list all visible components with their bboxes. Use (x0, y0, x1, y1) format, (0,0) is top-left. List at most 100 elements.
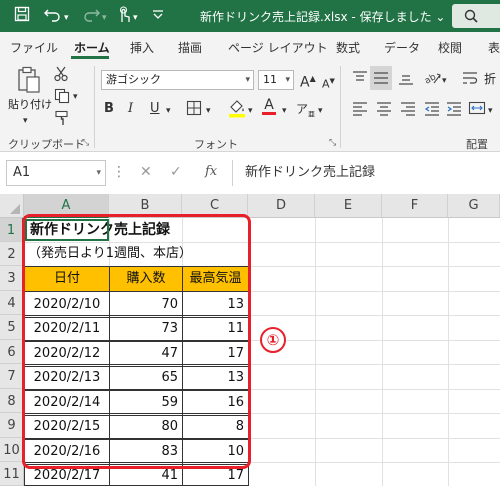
worksheet-grid: A B C D E F G 1 2 3 4 5 6 7 8 9 10 11 新作… (0, 194, 500, 486)
font-name-combo[interactable]: 游ゴシック ▾ (101, 70, 254, 90)
font-group-label: フォント (194, 138, 238, 151)
customize-toolbar-icon[interactable] (152, 6, 164, 28)
gridline (448, 218, 449, 486)
column-header-e[interactable]: E (315, 194, 382, 218)
wrap-text-button[interactable]: 折 (484, 70, 496, 87)
tab-file[interactable]: ファイル (10, 39, 58, 56)
paste-button[interactable]: 貼り付け (8, 96, 52, 112)
undo-icon[interactable] (44, 6, 62, 27)
fill-color-icon[interactable] (228, 98, 246, 124)
cut-icon[interactable] (54, 66, 68, 88)
underline-dropdown-icon[interactable]: ▾ (166, 102, 171, 120)
window-title: 新作ドリンク売上記録.xlsx - 保存しました ⌄ (200, 10, 446, 24)
row-header-7[interactable]: 7 (0, 364, 24, 389)
phonetic-icon[interactable]: ア亜 (296, 100, 315, 123)
gridline (315, 218, 316, 486)
row-header-11[interactable]: 11 (0, 462, 24, 486)
clipboard-launcher-icon[interactable]: ⤡ (82, 138, 89, 148)
formula-bar: A1 ▾ ⋮ ✕ ✓ fx 新作ドリンク売上記録 (0, 152, 500, 194)
merge-center-icon[interactable] (468, 100, 486, 122)
wrap-text-icon[interactable] (462, 70, 478, 92)
svg-text:ab: ab (424, 72, 438, 86)
active-tab-indicator (71, 56, 109, 59)
ribbon-tabs: ファイル ホーム 挿入 描画 ページ レイアウト 数式 データ 校閲 表 (0, 32, 500, 60)
format-painter-icon[interactable] (54, 110, 70, 132)
column-header-f[interactable]: F (382, 194, 448, 218)
italic-button[interactable]: I (128, 100, 133, 118)
chevron-down-icon: ▾ (285, 75, 290, 85)
search-box[interactable] (452, 4, 500, 28)
borders-dropdown-icon[interactable]: ▾ (206, 102, 211, 120)
borders-icon[interactable] (186, 100, 202, 122)
confirm-edit-button[interactable]: ✓ (170, 164, 182, 180)
row-header-4[interactable]: 4 (0, 291, 24, 315)
bold-button[interactable]: B (104, 100, 114, 118)
merge-dropdown-icon[interactable]: ▾ (488, 102, 493, 120)
row-header-2[interactable]: 2 (0, 242, 24, 266)
alignment-group-label: 配置 (466, 138, 488, 151)
copy-icon[interactable] (54, 88, 70, 110)
tab-view[interactable]: 表 (488, 39, 500, 56)
align-center-icon[interactable] (376, 100, 392, 122)
row-header-5[interactable]: 5 (0, 315, 24, 340)
title-bar: ▾ ▾ ▾ 新作ドリンク売上記録.xlsx - 保存しました ⌄ (0, 0, 500, 32)
increase-indent-icon[interactable] (446, 100, 462, 122)
chevron-down-icon[interactable]: ⌄ (435, 10, 445, 24)
row-header-9[interactable]: 9 (0, 413, 24, 438)
cancel-edit-button[interactable]: ✕ (140, 164, 152, 180)
align-middle-icon[interactable] (370, 66, 392, 90)
row-header-8[interactable]: 8 (0, 389, 24, 413)
copy-dropdown-icon[interactable]: ▾ (73, 88, 78, 106)
touch-dropdown-icon[interactable]: ▾ (133, 8, 138, 28)
tab-review[interactable]: 校閲 (438, 39, 462, 56)
paste-icon[interactable] (16, 66, 42, 100)
orientation-icon[interactable]: ab (423, 70, 442, 92)
ribbon: 貼り付け ▾ ▾ クリップボード ⤡ 游ゴシック ▾ 11 ▾ A▲ A▼ B I … (0, 60, 500, 152)
insert-function-button[interactable]: fx (205, 164, 217, 179)
chevron-down-icon: ▾ (245, 75, 250, 85)
search-icon (464, 9, 478, 23)
tab-formulas[interactable]: 数式 (336, 39, 360, 56)
font-color-button[interactable]: A (262, 96, 276, 115)
align-top-icon[interactable] (352, 70, 368, 92)
font-color-dropdown-icon[interactable]: ▾ (282, 102, 287, 120)
paste-dropdown-icon[interactable]: ▾ (23, 112, 28, 130)
tab-page-layout[interactable]: ページ レイアウト (228, 39, 328, 56)
redo-icon[interactable] (82, 6, 100, 27)
underline-button[interactable]: U (150, 100, 160, 118)
ribbon-separator (94, 66, 95, 148)
touch-mode-icon[interactable] (116, 6, 132, 29)
tab-home[interactable]: ホーム (74, 39, 110, 56)
chevron-down-icon: ▾ (96, 168, 101, 178)
column-header-d[interactable]: D (248, 194, 315, 218)
fill-color-dropdown-icon[interactable]: ▾ (248, 102, 253, 120)
font-launcher-icon[interactable]: ⤡ (329, 138, 336, 148)
save-icon[interactable] (14, 6, 30, 27)
ribbon-separator (340, 66, 341, 148)
name-box[interactable]: A1 ▾ (6, 160, 106, 186)
formula-input[interactable]: 新作ドリンク売上記録 (232, 160, 500, 186)
tab-draw[interactable]: 描画 (178, 39, 202, 56)
row-header-3[interactable]: 3 (0, 266, 24, 291)
align-right-icon[interactable] (400, 100, 416, 122)
row-header-10[interactable]: 10 (0, 438, 24, 462)
align-bottom-icon[interactable] (398, 70, 414, 92)
orientation-dropdown-icon[interactable]: ▾ (442, 72, 447, 90)
decrease-indent-icon[interactable] (424, 100, 440, 122)
tab-insert[interactable]: 挿入 (130, 39, 154, 56)
row-header-6[interactable]: 6 (0, 340, 24, 364)
more-options-icon[interactable]: ⋮ (112, 164, 126, 180)
grow-font-button[interactable]: A▲ (300, 70, 316, 92)
phonetic-dropdown-icon[interactable]: ▾ (318, 102, 323, 120)
undo-dropdown-icon[interactable]: ▾ (64, 8, 69, 28)
shrink-font-button[interactable]: A▼ (322, 72, 335, 94)
annotation-number-badge: ① (260, 327, 286, 353)
redo-dropdown-icon[interactable]: ▾ (102, 8, 107, 28)
select-all-button[interactable] (0, 194, 24, 218)
column-header-g[interactable]: G (448, 194, 500, 218)
font-size-combo[interactable]: 11 ▾ (258, 70, 294, 90)
align-left-icon[interactable] (352, 100, 368, 122)
gridline (382, 218, 383, 486)
row-header-1[interactable]: 1 (0, 218, 24, 242)
tab-data[interactable]: データ (384, 39, 420, 56)
